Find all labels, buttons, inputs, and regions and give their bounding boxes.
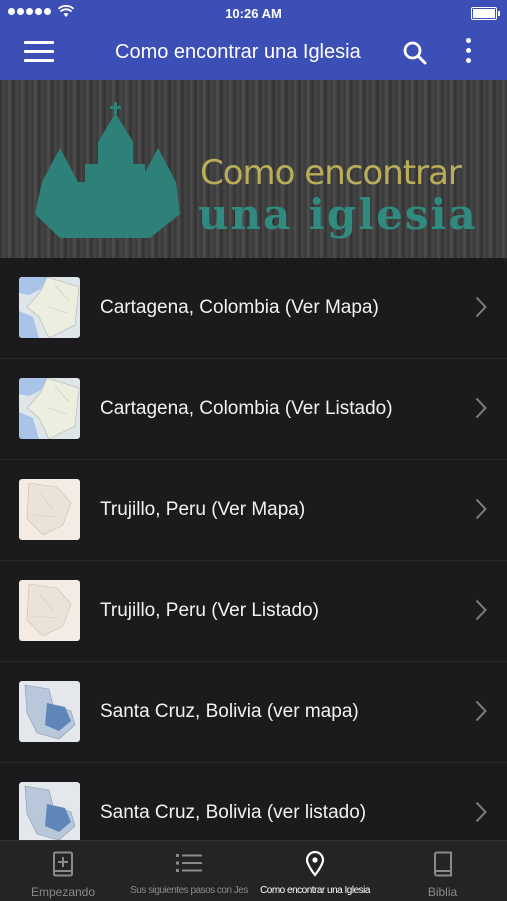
- list-item[interactable]: Trujillo, Peru (Ver Mapa): [0, 460, 507, 561]
- chevron-right-icon: [475, 599, 487, 621]
- peru-map-thumbnail: [19, 479, 80, 540]
- list-icon: [176, 854, 202, 872]
- app-bar: Como encontrar una Iglesia: [0, 26, 507, 80]
- colombia-map-thumbnail: [19, 277, 80, 338]
- header-banner: Como encontrar una iglesia: [0, 80, 507, 258]
- status-time: 10:26 AM: [225, 6, 282, 21]
- location-pin-icon: [305, 851, 325, 877]
- search-icon[interactable]: [402, 40, 428, 66]
- bible-plus-icon: [53, 851, 73, 877]
- tab-biblia[interactable]: Biblia: [378, 841, 507, 901]
- list-item[interactable]: Cartagena, Colombia (Ver Listado): [0, 359, 507, 460]
- page-title: Como encontrar una Iglesia: [115, 41, 361, 63]
- colombia-map-thumbnail: [19, 378, 80, 439]
- bottom-tab-bar: Empezando Sus siguientes pasos con Jes C…: [0, 840, 507, 901]
- menu-icon[interactable]: [24, 41, 54, 65]
- banner-title-line1: Como encontrar: [200, 153, 462, 193]
- status-bar: 10:26 AM: [0, 0, 507, 26]
- list-item[interactable]: Cartagena, Colombia (Ver Mapa): [0, 258, 507, 359]
- chevron-right-icon: [475, 801, 487, 823]
- tab-label: Sus siguientes pasos con Jes: [130, 885, 248, 896]
- list-item-label: Cartagena, Colombia (Ver Listado): [100, 398, 393, 419]
- bolivia-map-thumbnail: [19, 681, 80, 742]
- list-item-label: Santa Cruz, Bolivia (ver listado): [100, 802, 367, 823]
- list-item-label: Trujillo, Peru (Ver Mapa): [100, 499, 306, 520]
- list-item[interactable]: Santa Cruz, Bolivia (ver mapa): [0, 662, 507, 763]
- tab-siguientes-pasos[interactable]: Sus siguientes pasos con Jes: [126, 841, 252, 901]
- list-item-label: Santa Cruz, Bolivia (ver mapa): [100, 701, 359, 722]
- battery-icon: [471, 7, 500, 20]
- list-item[interactable]: Trujillo, Peru (Ver Listado): [0, 561, 507, 662]
- book-icon: [433, 851, 452, 877]
- chevron-right-icon: [475, 700, 487, 722]
- list-item-label: Cartagena, Colombia (Ver Mapa): [100, 297, 379, 318]
- banner-title-line2: una iglesia: [198, 190, 478, 239]
- bolivia-map-thumbnail: [19, 782, 80, 843]
- church-location-list: Cartagena, Colombia (Ver Mapa) Cartagena…: [0, 258, 507, 864]
- church-icon: [35, 102, 180, 238]
- chevron-right-icon: [475, 397, 487, 419]
- peru-map-thumbnail: [19, 580, 80, 641]
- more-options-icon[interactable]: [460, 38, 476, 68]
- chevron-right-icon: [475, 498, 487, 520]
- tab-empezando[interactable]: Empezando: [0, 841, 126, 901]
- tab-label: Biblia: [427, 885, 458, 899]
- tab-label: Como encontrar una Iglesia: [260, 885, 370, 896]
- tab-label: Empezando: [30, 885, 96, 899]
- chevron-right-icon: [475, 296, 487, 318]
- tab-como-encontrar[interactable]: Como encontrar una Iglesia: [252, 841, 378, 901]
- list-item-label: Trujillo, Peru (Ver Listado): [100, 600, 319, 621]
